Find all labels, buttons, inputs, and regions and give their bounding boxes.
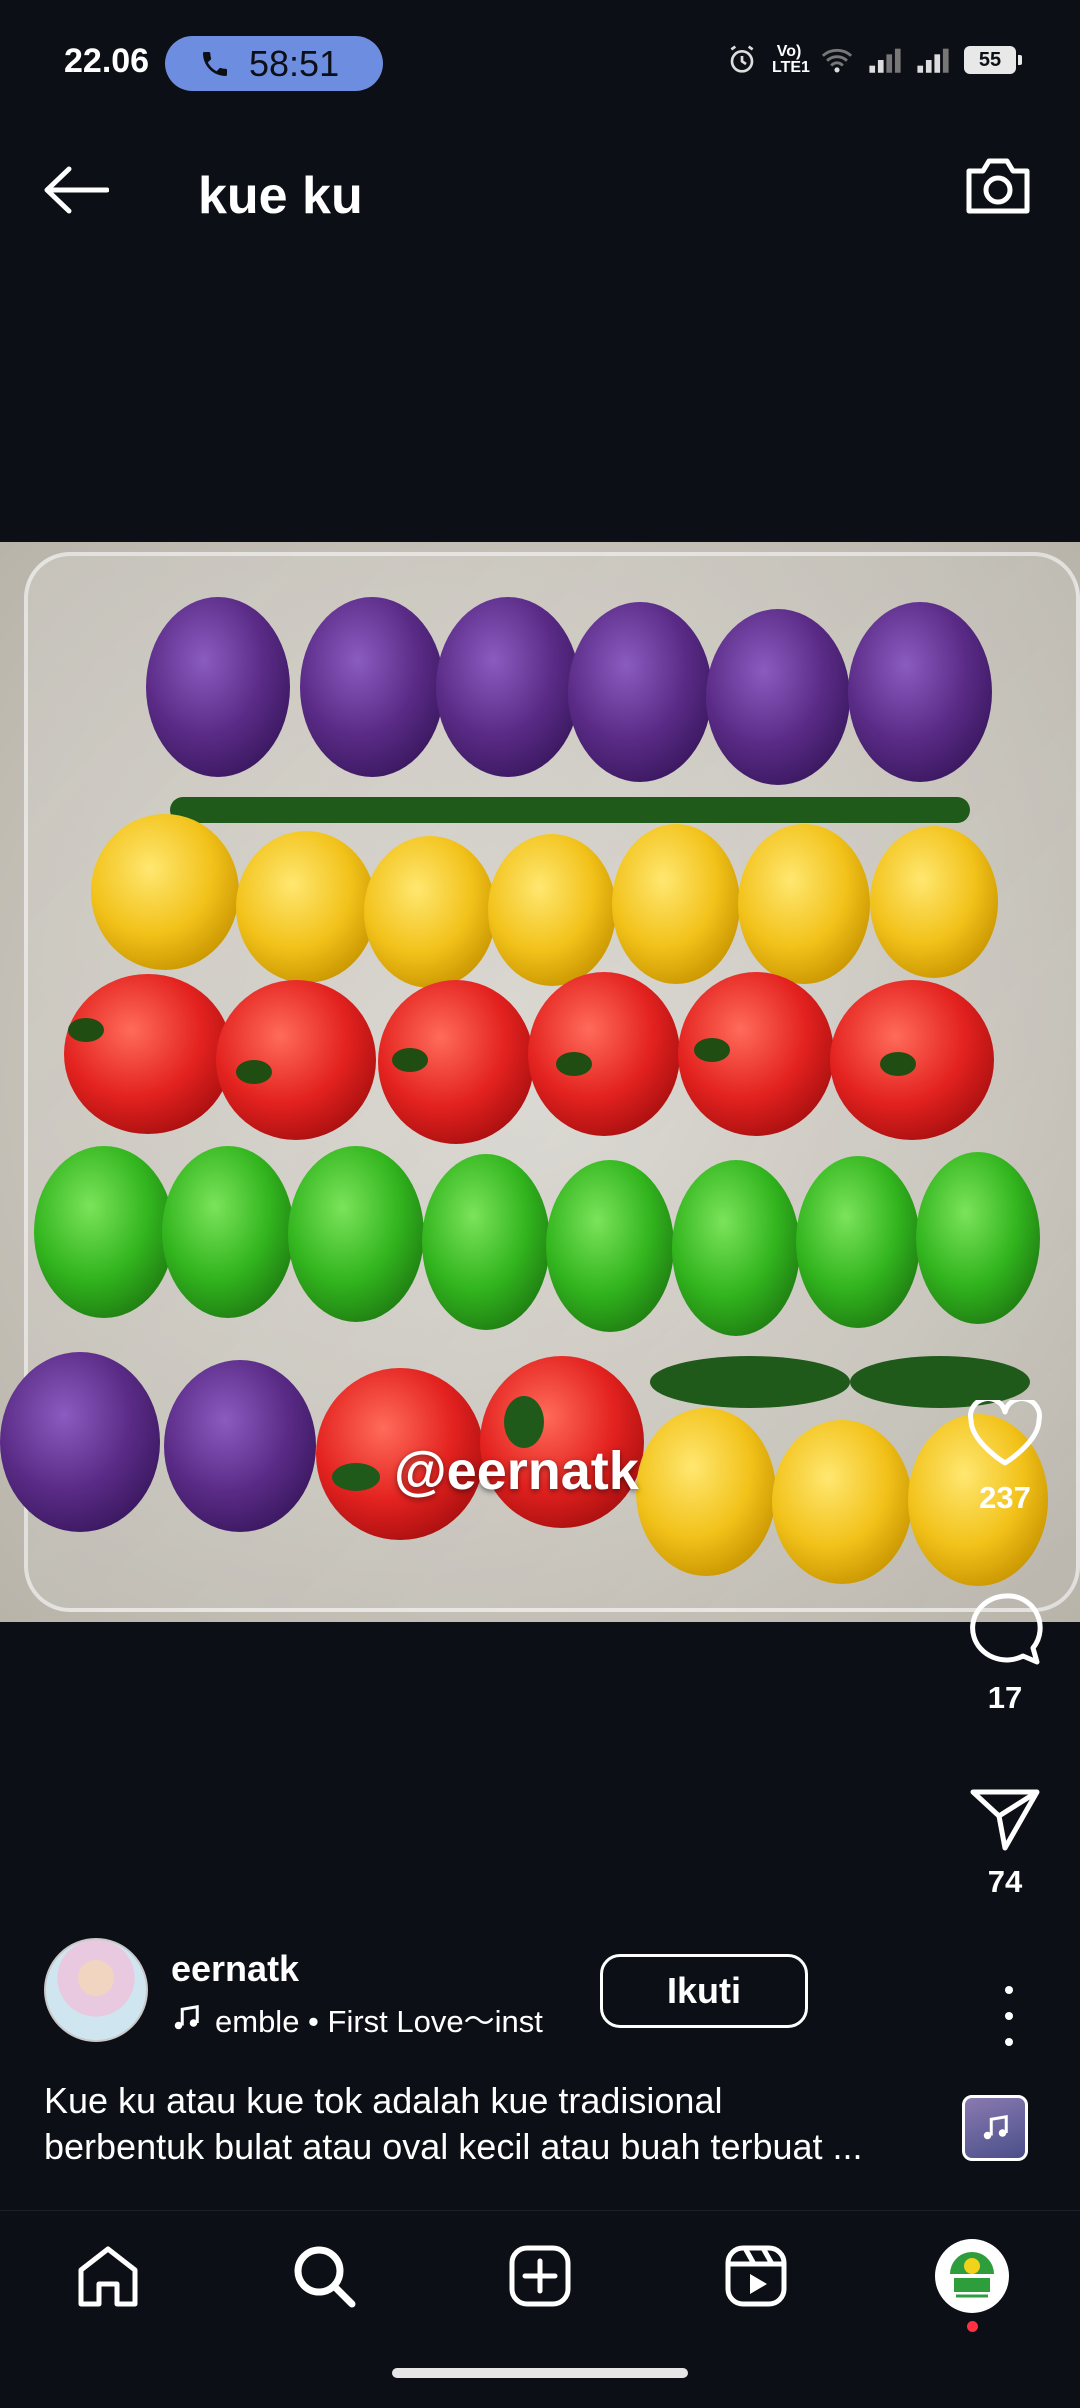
share-count: 74 (987, 1864, 1023, 1899)
send-icon (970, 1789, 1040, 1851)
nav-profile[interactable] (922, 2211, 1022, 2341)
ongoing-call-pill[interactable]: 58:51 (165, 36, 383, 91)
page-title: kue ku (198, 167, 363, 225)
arrow-left-icon (44, 166, 109, 214)
comment-icon (970, 1593, 1043, 1665)
bottom-navigation (0, 2210, 1080, 2408)
audio-thumbnail[interactable] (962, 2095, 1028, 2161)
audio-track-name: emble • First Love〜inst (215, 2003, 543, 2039)
music-note-icon (983, 2114, 1008, 2140)
nav-create[interactable] (490, 2211, 590, 2341)
author-username[interactable]: eernatk (171, 1948, 299, 1990)
battery-indicator: 55 (964, 46, 1022, 74)
nav-search[interactable] (274, 2211, 374, 2341)
search-icon (294, 2246, 356, 2308)
wifi-icon (821, 48, 853, 73)
avatar[interactable] (44, 1938, 148, 2042)
post-author: eernatk emble • First Love〜inst Ikuti (44, 1938, 1044, 2048)
nav-reels[interactable] (706, 2211, 806, 2341)
caption-line-2: berbentuk bulat atau oval kecil atau bua… (44, 2126, 863, 2167)
status-time: 22.06 (64, 42, 150, 80)
school-logo-icon (942, 2246, 1002, 2306)
home-indicator[interactable] (392, 2368, 688, 2378)
camera-icon (966, 158, 1030, 214)
heart-icon (968, 1400, 1042, 1466)
phone-icon (203, 51, 227, 76)
home-icon (78, 2246, 138, 2307)
share-action[interactable]: 74 (930, 1786, 1080, 1900)
post-media[interactable]: @eernatk (0, 542, 1080, 1622)
follow-button[interactable]: Ikuti (600, 1954, 808, 2028)
more-dot (1005, 2038, 1013, 2046)
reels-icon (725, 2245, 787, 2307)
status-bar: 22.06 58:51 Vo) LTE1 55 (0, 0, 1080, 100)
notification-dot (967, 2321, 978, 2332)
page-header: kue ku (0, 100, 1080, 260)
more-dot (1005, 1986, 1013, 1994)
comment-count: 17 (987, 1680, 1023, 1715)
back-button[interactable] (36, 150, 116, 230)
camera-button[interactable] (956, 144, 1040, 228)
status-icons: Vo) LTE1 55 (726, 43, 1022, 76)
profile-avatar (935, 2239, 1009, 2313)
like-action[interactable]: 237 (930, 1400, 1080, 1516)
audio-track[interactable]: emble • First Love〜inst (171, 1998, 617, 2038)
network-type-label: Vo) LTE1 (772, 43, 810, 76)
music-note-icon (174, 2004, 199, 2030)
signal-2-icon (917, 48, 949, 73)
watermark-text: @eernatk (394, 1441, 639, 1501)
create-icon (509, 2245, 571, 2307)
more-options-button[interactable] (994, 1986, 1024, 2046)
alarm-icon (730, 45, 754, 73)
nav-home[interactable] (58, 2211, 158, 2341)
signal-1-icon (869, 48, 901, 73)
more-dot (1005, 2012, 1013, 2020)
post-caption[interactable]: Kue ku atau kue tok adalah kue tradision… (44, 2078, 944, 2170)
like-count: 237 (979, 1480, 1031, 1515)
call-timer: 58:51 (249, 42, 340, 84)
comment-action[interactable]: 17 (930, 1592, 1080, 1716)
caption-line-1: Kue ku atau kue tok adalah kue tradision… (44, 2080, 723, 2121)
